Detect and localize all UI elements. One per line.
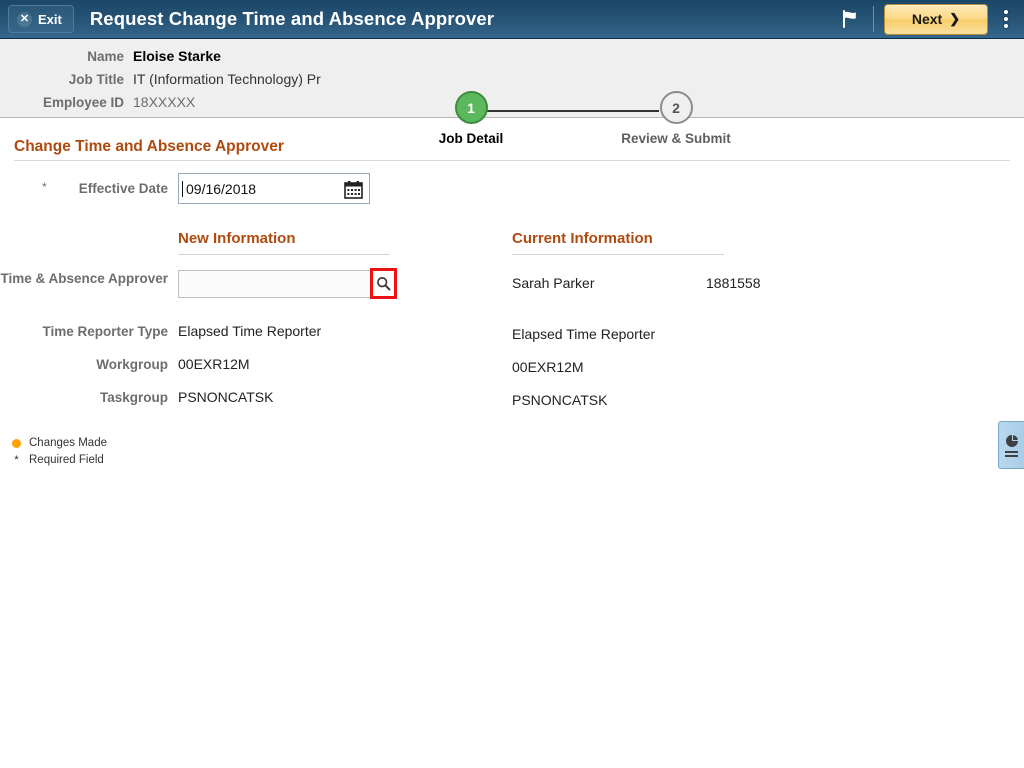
- new-information-rule: [178, 254, 390, 255]
- job-title-value: IT (Information Technology) Pr: [133, 71, 321, 87]
- approver-input[interactable]: [178, 270, 374, 298]
- calendar-icon[interactable]: [344, 180, 363, 199]
- chevron-right-icon: ❯: [949, 11, 961, 26]
- close-x-icon: ✕: [17, 11, 32, 27]
- step-job-detail[interactable]: 1 Job Detail: [416, 91, 526, 146]
- taskgroup-current-value: PSNONCATSK: [512, 392, 608, 408]
- new-information-header: New Information: [178, 230, 296, 247]
- job-title-label: Job Title: [68, 72, 124, 87]
- list-lines-icon: [1005, 450, 1018, 457]
- effective-date-row: * Effective Date 09/16/2018: [0, 170, 1024, 212]
- effective-date-label: Effective Date: [78, 181, 168, 196]
- workgroup-row: Workgroup 00EXR12M 00EXR12M: [0, 353, 1024, 386]
- form-legend: Changes Made * Required Field: [12, 436, 107, 470]
- employee-id-row: Employee ID 18XXXXX: [0, 94, 400, 115]
- employee-summary-band: Name Eloise Starke Job Title IT (Informa…: [0, 39, 1024, 146]
- required-field-label: Required Field: [29, 454, 104, 466]
- current-approver-id: 1881558: [706, 275, 761, 291]
- employee-id-label: Employee ID: [42, 95, 124, 110]
- taskgroup-label: Taskgroup: [99, 390, 168, 405]
- next-button-label: Next: [911, 11, 943, 27]
- job-title-row: Job Title IT (Information Technology) Pr: [0, 71, 400, 92]
- time-reporter-type-label: Time Reporter Type: [42, 324, 168, 339]
- legend-required-field: * Required Field: [12, 453, 107, 467]
- time-reporter-type-new-value: Elapsed Time Reporter: [178, 323, 322, 339]
- employee-name-value: Eloise Starke: [133, 48, 221, 64]
- progress-stepper: 1 Job Detail 2 Review & Submit: [416, 91, 746, 153]
- approver-lookup-button[interactable]: [370, 268, 397, 299]
- taskgroup-row: Taskgroup PSNONCATSK PSNONCATSK: [0, 386, 1024, 419]
- pie-chart-icon: [1005, 434, 1018, 447]
- workgroup-current-value: 00EXR12M: [512, 359, 584, 375]
- current-approver-name: Sarah Parker: [512, 275, 595, 291]
- flag-icon[interactable]: [833, 8, 867, 30]
- step-1-label: Job Detail: [438, 131, 504, 146]
- approver-row: Time & Absence Approver Sarah Parker 188…: [0, 268, 1024, 320]
- section-title-rule: [14, 160, 1010, 161]
- more-actions-icon[interactable]: [988, 0, 1024, 38]
- effective-date-value: 09/16/2018: [182, 180, 256, 197]
- step-1-circle: 1: [454, 91, 488, 124]
- time-reporter-type-current-value: Elapsed Time Reporter: [512, 326, 656, 342]
- taskgroup-new-value: PSNONCATSK: [178, 389, 274, 405]
- title-bar-actions: Next ❯: [833, 0, 1024, 38]
- employee-name-row: Name Eloise Starke: [0, 48, 400, 69]
- toolbar-divider: [873, 6, 874, 32]
- section-title: Change Time and Absence Approver: [14, 138, 284, 155]
- required-field-asterisk-icon: *: [14, 453, 19, 466]
- change-approver-form: * Effective Date 09/16/2018 New Informat…: [0, 170, 1024, 419]
- step-2-label: Review & Submit: [621, 131, 731, 146]
- current-information-rule: [512, 254, 724, 255]
- step-review-submit[interactable]: 2 Review & Submit: [621, 91, 731, 146]
- page-title: Request Change Time and Absence Approver: [89, 8, 495, 29]
- step-2-circle: 2: [659, 91, 693, 124]
- legend-changes-made: Changes Made: [12, 436, 107, 450]
- employee-info: Name Eloise Starke Job Title IT (Informa…: [0, 48, 400, 117]
- exit-button-label: Exit: [38, 11, 62, 27]
- changes-made-label: Changes Made: [29, 437, 107, 449]
- exit-button[interactable]: ✕ Exit: [8, 5, 74, 33]
- workgroup-new-value: 00EXR12M: [178, 356, 250, 372]
- time-reporter-type-row: Time Reporter Type Elapsed Time Reporter…: [0, 320, 1024, 353]
- side-panel-toggle[interactable]: [998, 421, 1024, 469]
- app-title-bar: ✕ Exit Request Change Time and Absence A…: [0, 0, 1024, 39]
- next-button[interactable]: Next ❯: [884, 3, 988, 35]
- column-headers-row: New Information Current Information: [0, 212, 1024, 255]
- workgroup-label: Workgroup: [96, 357, 168, 372]
- effective-date-input[interactable]: 09/16/2018: [178, 173, 370, 204]
- current-information-header: Current Information: [512, 230, 653, 247]
- changes-made-dot-icon: [12, 438, 21, 448]
- approver-label: Time & Absence Approver: [0, 271, 168, 286]
- employee-name-label: Name: [87, 49, 124, 64]
- employee-id-value: 18XXXXX: [133, 94, 196, 110]
